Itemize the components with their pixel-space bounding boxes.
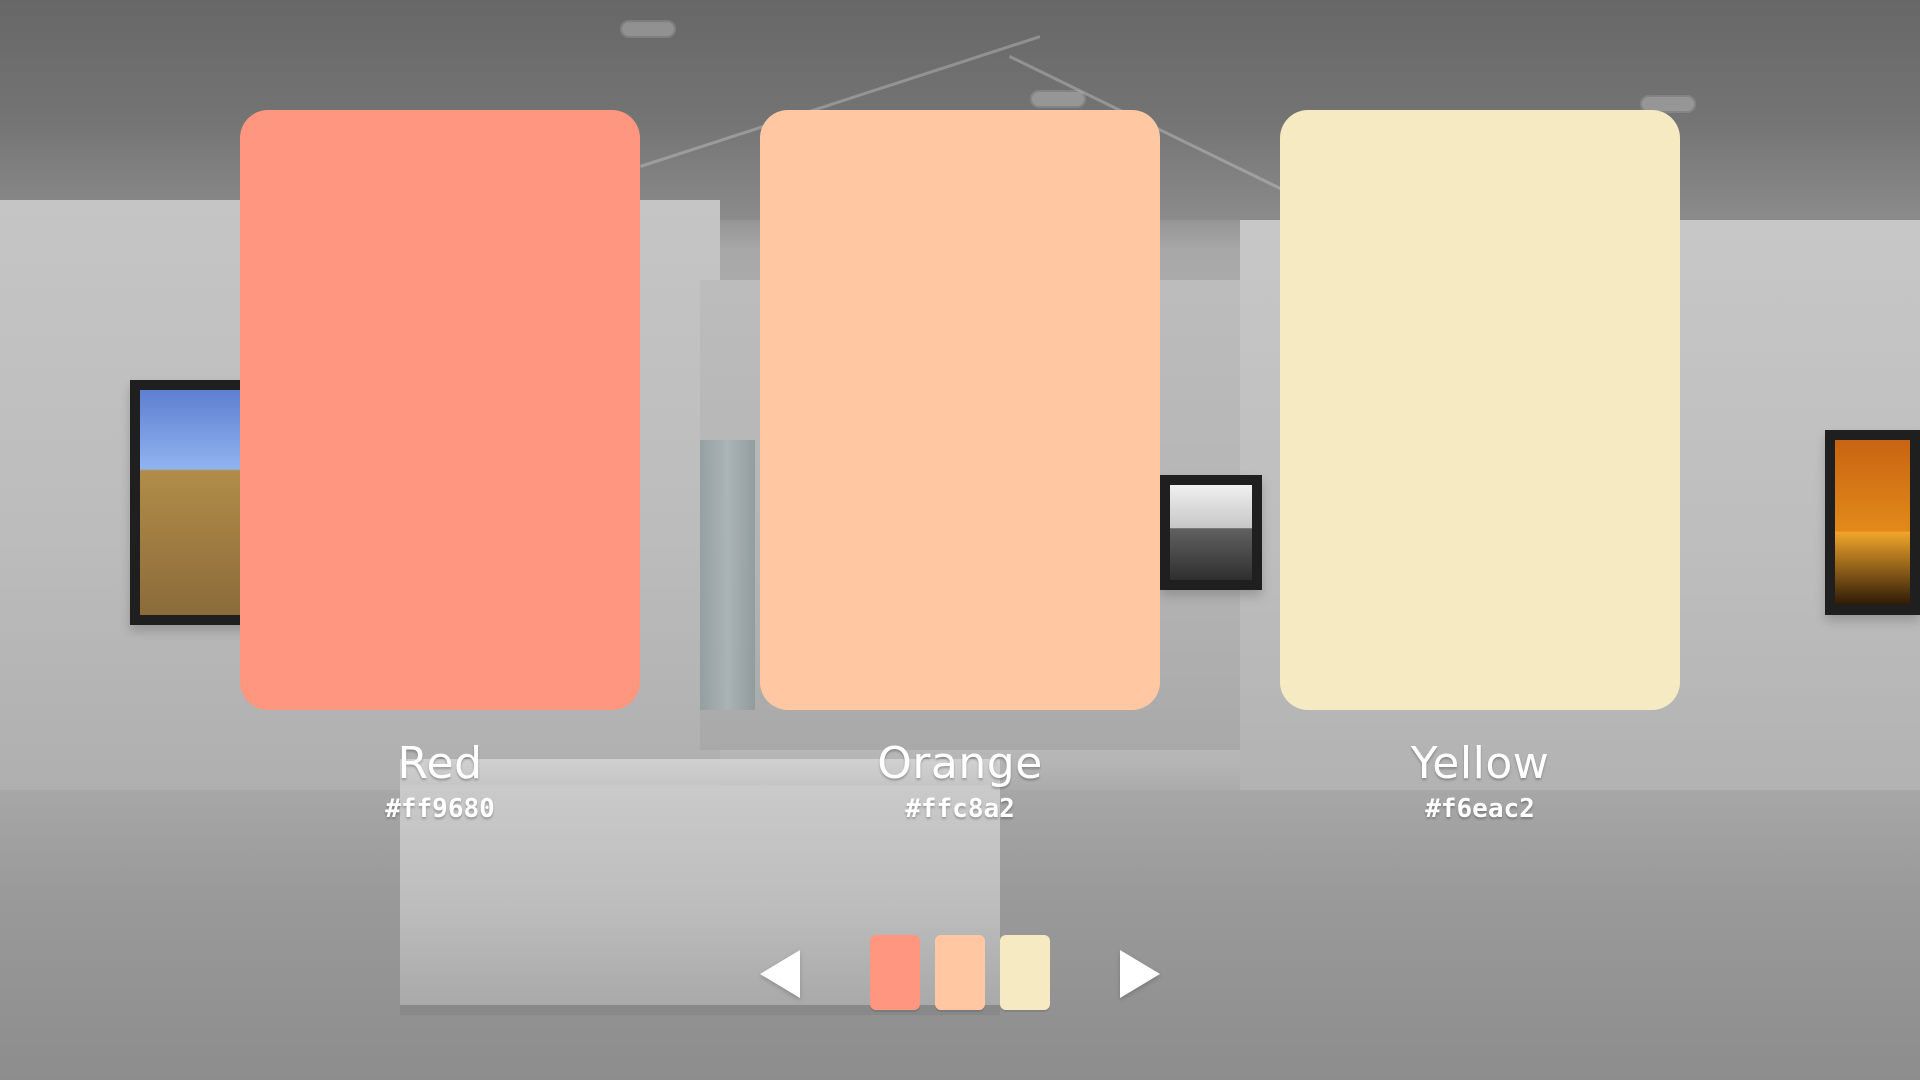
mini-swatch-yellow[interactable] [1000, 935, 1050, 1010]
swatch-hex: #ffc8a2 [905, 794, 1015, 824]
ceiling-light [620, 20, 676, 38]
swatch-label-red: Red #ff9680 [240, 738, 640, 824]
swatch-hex: #ff9680 [385, 794, 495, 824]
prev-page-arrow-icon[interactable] [760, 950, 800, 998]
mini-swatch-orange[interactable] [935, 935, 985, 1010]
swatch-name: Yellow [1410, 738, 1550, 789]
ceiling-light [1030, 90, 1086, 108]
artwork-frame-right [1825, 430, 1920, 615]
swatch-name: Orange [877, 738, 1043, 789]
mini-swatch-red[interactable] [870, 935, 920, 1010]
next-page-arrow-icon[interactable] [1120, 950, 1160, 998]
swatch-name: Red [397, 738, 483, 789]
swatch-card-red [240, 110, 640, 710]
swatch-card-yellow [1280, 110, 1680, 710]
artwork-frame-center [1160, 475, 1262, 590]
artwork-frame-left [130, 380, 250, 625]
swatch-hex: #f6eac2 [1425, 794, 1535, 824]
swatch-card-orange [760, 110, 1160, 710]
swatch-label-orange: Orange #ffc8a2 [760, 738, 1160, 824]
swatch-label-yellow: Yellow #f6eac2 [1280, 738, 1680, 824]
glass-door [700, 440, 755, 710]
